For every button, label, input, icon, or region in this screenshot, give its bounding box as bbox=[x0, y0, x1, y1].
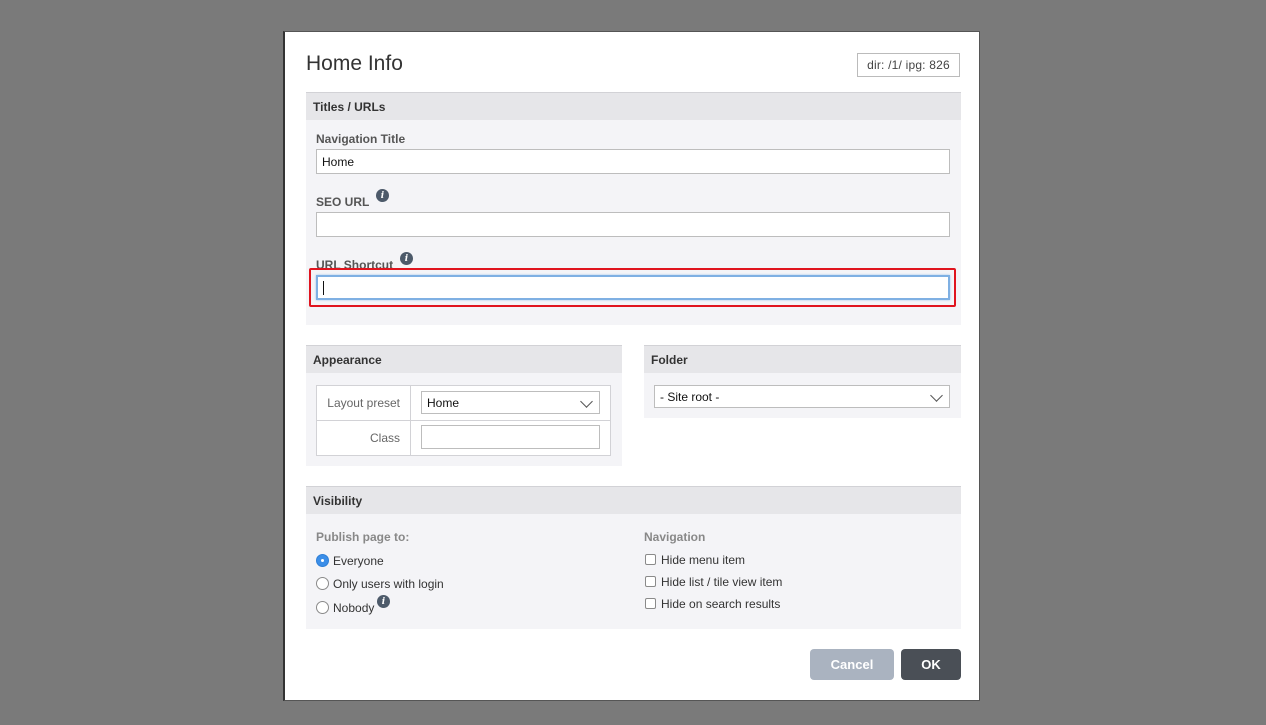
navigation-label: Navigation bbox=[644, 530, 706, 544]
folder-value: - Site root - bbox=[660, 389, 720, 404]
checkbox-hide-on-search-results[interactable] bbox=[645, 598, 656, 609]
appearance-header: Appearance bbox=[306, 345, 622, 373]
appearance-panel: Appearance Layout preset Class Home bbox=[306, 345, 622, 466]
seo-url-info-icon[interactable]: i bbox=[376, 189, 389, 202]
layout-preset-value: Home bbox=[427, 395, 460, 410]
dialog-title: Home Info bbox=[306, 52, 403, 75]
radio-nobody[interactable] bbox=[316, 601, 329, 614]
url-shortcut-info-icon[interactable]: i bbox=[400, 252, 413, 265]
dir-info-box: dir: /1/ ipg: 826 bbox=[857, 53, 960, 77]
class-label: Class bbox=[316, 420, 411, 456]
radio-everyone-label: Everyone bbox=[333, 554, 384, 568]
radio-only-users-label: Only users with login bbox=[333, 577, 444, 591]
chevron-down-icon bbox=[580, 395, 593, 408]
navigation-title-label: Navigation Title bbox=[316, 132, 406, 146]
seo-url-input[interactable] bbox=[316, 212, 950, 237]
text-caret bbox=[323, 280, 324, 295]
folder-panel: Folder - Site root - bbox=[644, 345, 961, 418]
hide-list-tile-view-label: Hide list / tile view item bbox=[661, 575, 783, 589]
url-shortcut-input[interactable] bbox=[316, 275, 950, 300]
radio-everyone[interactable] bbox=[316, 554, 329, 567]
navigation-title-input[interactable]: Home bbox=[316, 149, 950, 174]
publish-page-to-label: Publish page to: bbox=[316, 530, 410, 544]
layout-preset-label: Layout preset bbox=[316, 385, 411, 421]
visibility-header: Visibility bbox=[306, 486, 961, 514]
home-info-dialog: Home Info dir: /1/ ipg: 826 Titles / URL… bbox=[283, 31, 980, 701]
chevron-down-icon bbox=[930, 389, 943, 402]
hide-on-search-results-label: Hide on search results bbox=[661, 597, 781, 611]
seo-url-label: SEO URL bbox=[316, 195, 370, 209]
radio-nobody-label: Nobody bbox=[333, 601, 375, 615]
ok-button[interactable]: OK bbox=[901, 649, 961, 680]
folder-select[interactable]: - Site root - bbox=[654, 385, 950, 408]
class-input[interactable] bbox=[421, 425, 600, 449]
checkbox-hide-menu-item[interactable] bbox=[645, 554, 656, 565]
cancel-button[interactable]: Cancel bbox=[810, 649, 894, 680]
titles-urls-panel: Titles / URLs Navigation Title Home SEO … bbox=[306, 92, 961, 325]
layout-preset-select[interactable]: Home bbox=[421, 391, 600, 414]
titles-urls-header: Titles / URLs bbox=[306, 92, 961, 120]
visibility-panel: Visibility Publish page to: Everyone Onl… bbox=[306, 486, 961, 629]
folder-header: Folder bbox=[644, 345, 961, 373]
nobody-info-icon[interactable]: i bbox=[377, 595, 390, 608]
radio-only-users-with-login[interactable] bbox=[316, 577, 329, 590]
checkbox-hide-list-tile-view-item[interactable] bbox=[645, 576, 656, 587]
hide-menu-item-label: Hide menu item bbox=[661, 553, 746, 567]
